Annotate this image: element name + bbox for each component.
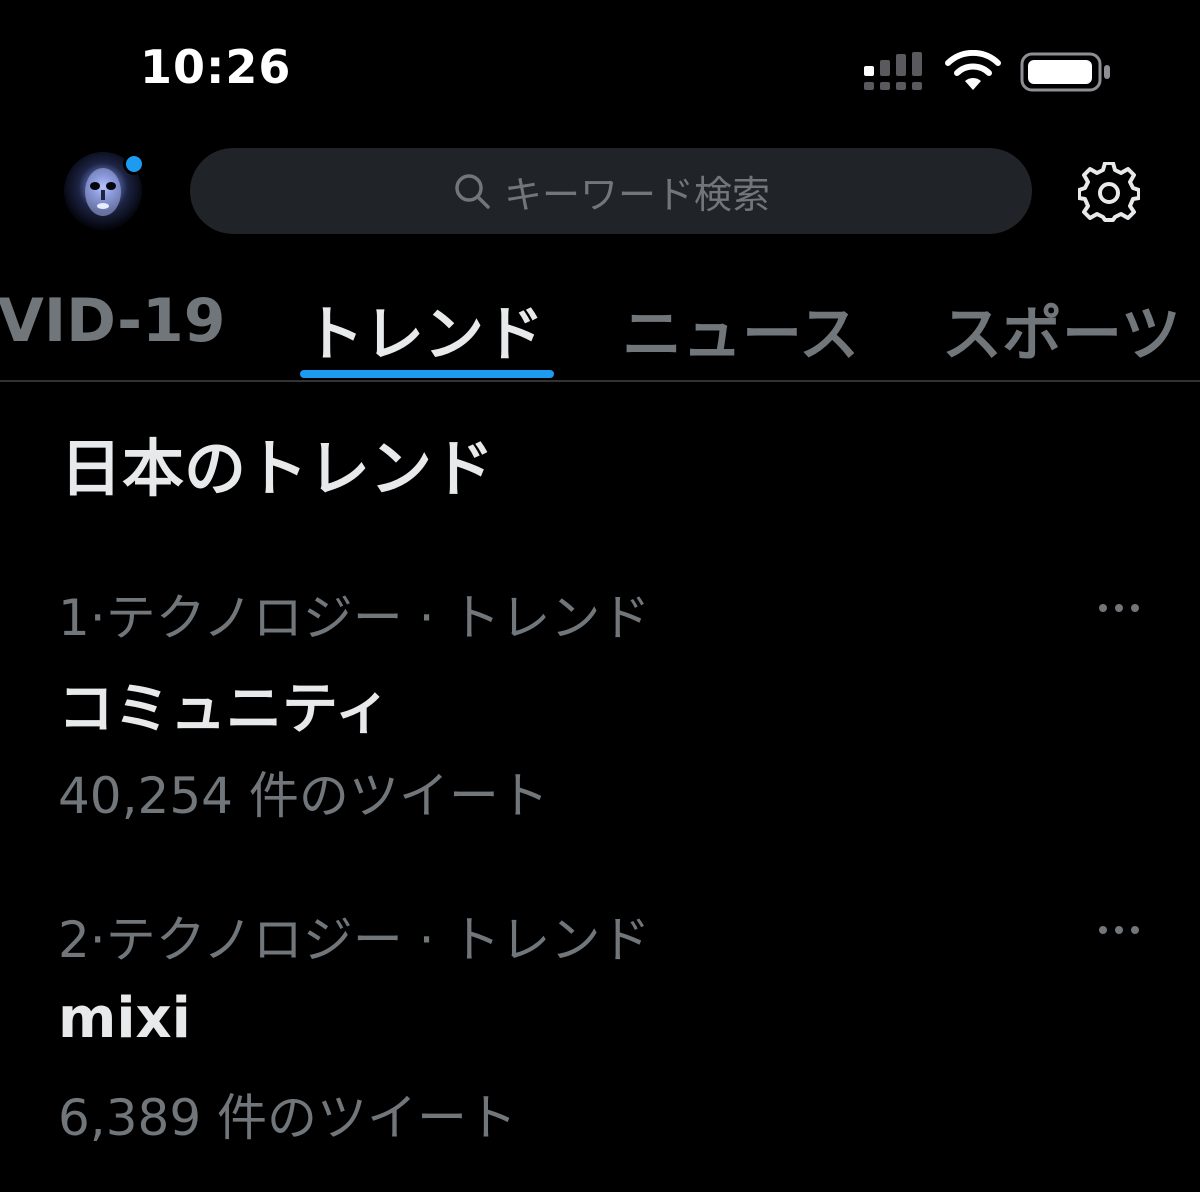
trend-name: コミュニティ [58, 677, 391, 742]
active-tab-indicator [300, 370, 554, 378]
status-bar: 10:26 [0, 0, 1200, 130]
cellular-signal-icon [864, 52, 922, 90]
battery-icon [1020, 52, 1110, 92]
wifi-icon [945, 50, 1001, 90]
more-options-icon[interactable] [1096, 596, 1142, 620]
trend-tweet-count: 6,389 件のツイート [58, 1089, 518, 1147]
more-options-icon[interactable] [1096, 918, 1142, 942]
tab-covid-19[interactable]: OVID-19 [0, 286, 225, 356]
trend-name: mixi [58, 986, 191, 1051]
section-title: 日本のトレンド [60, 432, 495, 505]
tab-trend[interactable]: トレンド [304, 286, 544, 373]
trend-item[interactable]: 2·テクノロジー · トレンド mixi 6,389 件のツイート [0, 892, 1200, 1152]
trend-meta: 1·テクノロジー · トレンド [58, 589, 651, 647]
status-time: 10:26 [140, 40, 292, 94]
search-input[interactable]: キーワード検索 [190, 148, 1032, 234]
notification-dot [123, 153, 145, 175]
tab-news[interactable]: ニュース [622, 286, 859, 373]
search-placeholder: キーワード検索 [503, 172, 770, 217]
trend-tweet-count: 40,254 件のツイート [58, 767, 549, 825]
trend-item[interactable]: 1·テクノロジー · トレンド コミュニティ 40,254 件のツイート [0, 570, 1200, 830]
trend-meta: 2·テクノロジー · トレンド [58, 911, 651, 969]
tab-bar: OVID-19 トレンド ニュース スポーツ [0, 270, 1200, 382]
avatar[interactable] [64, 152, 145, 230]
settings-gear-icon[interactable] [1078, 162, 1140, 224]
search-icon [455, 174, 490, 209]
tab-sports[interactable]: スポーツ [942, 286, 1181, 373]
